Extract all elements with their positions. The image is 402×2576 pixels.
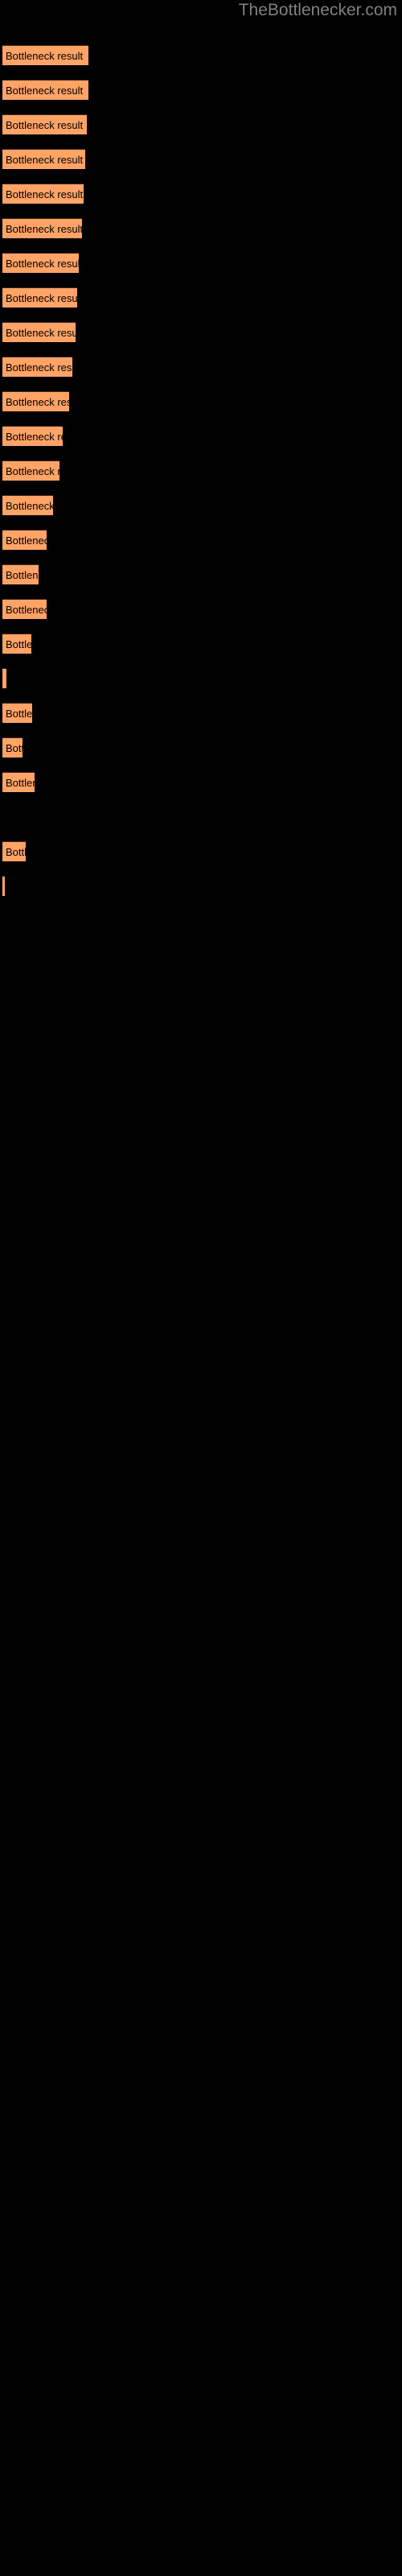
bottleneck-result-bar[interactable]: Bottleneck result xyxy=(2,391,69,411)
bottleneck-result-bar[interactable]: Bottleneck result xyxy=(2,460,59,481)
bottleneck-result-bar[interactable]: Bottleneck result xyxy=(2,426,63,446)
bar-label: Bottleneck result xyxy=(6,846,26,858)
bar-row: Bottleneck result xyxy=(0,807,402,827)
bar-row: Bottleneck result xyxy=(0,772,402,792)
bottleneck-result-bar[interactable]: Bottleneck result xyxy=(2,322,76,342)
bar-row: Bottleneck result xyxy=(0,495,402,515)
bar-label: Bottleneck result xyxy=(6,223,82,235)
bar-row: Bottleneck result xyxy=(0,703,402,723)
bar-label: Bottleneck result xyxy=(6,396,69,408)
bottleneck-result-bar[interactable]: Bottleneck result xyxy=(2,253,79,273)
bar-row: Bottleneck result xyxy=(0,45,402,65)
bottleneck-result-bar[interactable]: Bottleneck result xyxy=(2,564,39,584)
bar-row: Bottleneck result xyxy=(0,218,402,238)
bottleneck-result-bar[interactable]: Bottleneck result xyxy=(2,495,53,515)
bar-label: Bottleneck result xyxy=(6,569,39,581)
bottleneck-result-bar[interactable]: Bottleneck result xyxy=(2,530,47,550)
bar-label: Bottleneck result xyxy=(6,500,53,512)
bar-label: Bottleneck result xyxy=(6,604,47,616)
bar-label: Bottleneck result xyxy=(6,85,84,97)
bottleneck-result-bar[interactable]: Bottleneck result xyxy=(2,841,26,861)
bar-label: Bottleneck result xyxy=(6,465,59,477)
bottleneck-result-bar[interactable]: Bottleneck result xyxy=(2,149,85,169)
bar-row: Bottleneck result xyxy=(0,391,402,411)
bar-row: Bottleneck result xyxy=(0,599,402,619)
bar-label: Bottleneck result xyxy=(6,708,32,720)
bar-label: Bottleneck result xyxy=(6,777,35,789)
bottleneck-result-bar[interactable]: Bottleneck result xyxy=(2,772,35,792)
bar-row: Bottleneck result xyxy=(0,634,402,654)
bar-label: Bottleneck result xyxy=(6,154,84,166)
bottleneck-result-bar[interactable]: Bottleneck result xyxy=(2,80,88,100)
bar-row: Bottleneck result xyxy=(0,564,402,584)
bar-row: Bottleneck result xyxy=(0,426,402,446)
bar-row: Bottleneck result xyxy=(0,322,402,342)
bar-row: Bottleneck result xyxy=(0,287,402,308)
bottleneck-result-bar[interactable]: Bottleneck result xyxy=(2,876,5,896)
bar-row: Bottleneck result xyxy=(0,460,402,481)
bar-row: Bottleneck result xyxy=(0,114,402,134)
bottleneck-bar-chart: Bottleneck result Bottleneck result Bottle… xyxy=(0,0,402,2576)
bar-row: Bottleneck result xyxy=(0,737,402,758)
bar-label: Bottleneck result xyxy=(6,258,79,270)
bar-label: Bottleneck result xyxy=(6,535,47,547)
bar-label: Bottleneck result xyxy=(6,188,84,200)
bar-label: Bottleneck result xyxy=(6,638,31,650)
bottleneck-result-bar[interactable]: Bottleneck result xyxy=(2,634,31,654)
bar-row: Bottleneck result xyxy=(0,876,402,896)
bottleneck-result-bar[interactable]: Bottleneck result xyxy=(2,218,82,238)
bottleneck-result-bar[interactable]: Bottleneck result xyxy=(2,357,72,377)
bar-row: Bottleneck result xyxy=(0,668,402,688)
bar-row: Bottleneck result xyxy=(0,253,402,273)
bottleneck-result-bar[interactable]: Bottleneck result xyxy=(2,703,32,723)
bar-label: Bottleneck result xyxy=(6,742,23,754)
bar-label: Bottleneck result xyxy=(6,50,84,62)
bar-label: Bottleneck result xyxy=(6,327,76,339)
bar-label: Bottleneck result xyxy=(6,361,72,374)
bottleneck-result-bar[interactable]: Bottleneck result xyxy=(2,668,6,688)
bar-row: Bottleneck result xyxy=(0,184,402,204)
bar-row: Bottleneck result xyxy=(0,530,402,550)
bar-row: Bottleneck result xyxy=(0,357,402,377)
bottleneck-result-bar[interactable]: Bottleneck result xyxy=(2,114,87,134)
bar-row: Bottleneck result xyxy=(0,149,402,169)
bottleneck-result-bar[interactable]: Bottleneck result xyxy=(2,45,88,65)
bar-row: Bottleneck result xyxy=(0,841,402,861)
bar-label: Bottleneck result xyxy=(6,292,77,304)
bar-label: Bottleneck result xyxy=(6,119,84,131)
bottleneck-result-bar[interactable]: Bottleneck result xyxy=(2,184,84,204)
bottleneck-result-bar[interactable]: Bottleneck result xyxy=(2,599,47,619)
bar-label: Bottleneck result xyxy=(6,431,63,443)
bar-row: Bottleneck result xyxy=(0,80,402,100)
bottleneck-result-bar[interactable]: Bottleneck result xyxy=(2,737,23,758)
bottleneck-result-bar[interactable]: Bottleneck result xyxy=(2,287,77,308)
